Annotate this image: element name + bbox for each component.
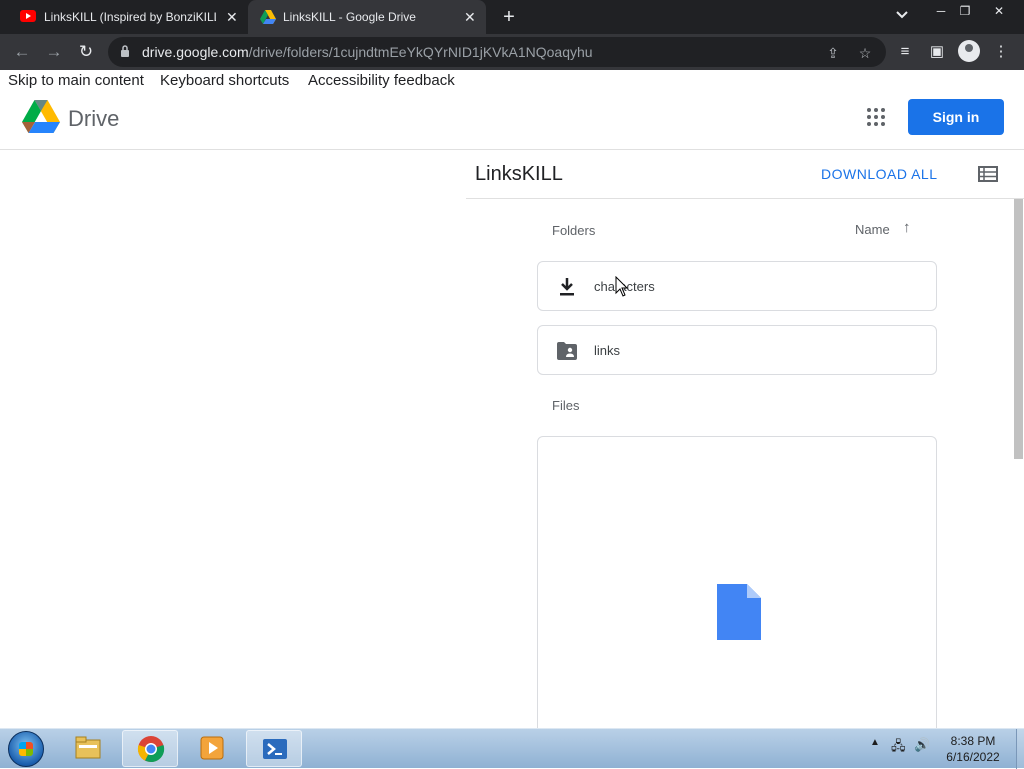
- folders-section-label: Folders: [552, 223, 596, 238]
- clock-date: 6/16/2022: [946, 750, 1000, 764]
- shared-folder-icon: [557, 342, 577, 360]
- google-drive-logo[interactable]: [22, 100, 60, 134]
- taskbar-app-powershell[interactable]: [246, 730, 302, 767]
- volume-icon[interactable]: 🔊: [914, 737, 930, 753]
- generic-file-icon: [717, 584, 761, 640]
- clock-time: 8:38 PM: [950, 734, 996, 748]
- download-all-button[interactable]: DOWNLOAD ALL: [821, 166, 937, 182]
- powershell-icon: [263, 739, 287, 759]
- folder-row-links[interactable]: links: [537, 325, 937, 375]
- keyboard-shortcuts-link[interactable]: Keyboard shortcuts: [160, 72, 289, 89]
- side-panel-icon[interactable]: ▣: [926, 41, 948, 63]
- files-section-label: Files: [552, 398, 580, 413]
- file-explorer-icon: [75, 736, 101, 759]
- google-drive-icon: [260, 10, 276, 24]
- menu-kebab-icon[interactable]: ⋮: [990, 41, 1012, 63]
- window-close-icon[interactable]: ✕: [986, 2, 1012, 20]
- youtube-icon: [20, 10, 36, 22]
- browser-toolbar: ← → ↻ drive.google.com/drive/folders/1cu…: [0, 34, 1024, 70]
- tab-google-drive[interactable]: LinksKILL - Google Drive ✕: [248, 0, 486, 34]
- folder-title: LinksKILL: [475, 163, 563, 185]
- taskbar-app-explorer[interactable]: [60, 730, 116, 767]
- google-apps-icon[interactable]: [866, 107, 886, 127]
- show-hidden-icons-icon[interactable]: ▲: [870, 737, 880, 748]
- forward-icon[interactable]: →: [43, 41, 65, 63]
- restore-icon[interactable]: ❐: [952, 2, 978, 20]
- close-tab-icon[interactable]: ✕: [226, 9, 238, 26]
- new-tab-icon[interactable]: +: [498, 6, 520, 28]
- sort-by-name[interactable]: Name: [855, 222, 890, 237]
- tab-strip: LinksKILL (Inspired by BonziKILL) ✕ Link…: [0, 0, 1024, 34]
- folder-row-characters[interactable]: characters: [537, 261, 937, 311]
- address-bar[interactable]: drive.google.com/drive/folders/1cujndtmE…: [108, 37, 886, 67]
- windows-taskbar: ▲ 🖧 🔊 8:38 PM 6/16/2022: [0, 728, 1024, 769]
- drive-header: Drive Sign in: [0, 90, 1024, 150]
- sort-ascending-icon[interactable]: ↑: [903, 219, 911, 236]
- show-desktop-button[interactable]: [1016, 729, 1024, 769]
- folder-content: Folders Name ↑ characters links Files: [466, 199, 1024, 728]
- share-icon[interactable]: ⇪: [824, 44, 842, 62]
- system-clock[interactable]: 8:38 PM 6/16/2022: [934, 733, 1012, 765]
- mouse-cursor-icon: [615, 276, 629, 297]
- tab-linkskill-youtube[interactable]: LinksKILL (Inspired by BonziKILL) ✕: [8, 0, 248, 34]
- tab-title: LinksKILL (Inspired by BonziKILL): [44, 10, 216, 24]
- network-icon[interactable]: 🖧: [891, 737, 906, 759]
- reload-icon[interactable]: ↻: [75, 41, 97, 63]
- folder-header: LinksKILL DOWNLOAD ALL: [466, 150, 1024, 199]
- url-text: drive.google.com/drive/folders/1cujndtmE…: [142, 44, 593, 60]
- start-button[interactable]: [8, 731, 44, 767]
- skip-links-bar: Skip to main content Keyboard shortcuts …: [0, 70, 1024, 90]
- minimize-icon[interactable]: ─: [928, 2, 954, 20]
- tab-search-icon[interactable]: [896, 8, 908, 22]
- tab-title: LinksKILL - Google Drive: [283, 10, 416, 24]
- media-control-icon[interactable]: ≡: [894, 41, 916, 63]
- profile-avatar[interactable]: [958, 40, 980, 62]
- skip-to-main-content-link[interactable]: Skip to main content: [8, 72, 144, 89]
- url-domain: drive.google.com: [142, 44, 249, 60]
- drive-logo-text: Drive: [68, 106, 120, 131]
- close-tab-icon[interactable]: ✕: [464, 9, 476, 26]
- chrome-icon: [137, 736, 165, 763]
- accessibility-feedback-link[interactable]: Accessibility feedback: [308, 72, 455, 89]
- url-path: /drive/folders/1cujndtmEeYkQYrNID1jKVkA1…: [248, 44, 593, 60]
- back-icon[interactable]: ←: [11, 41, 33, 63]
- list-view-icon[interactable]: [978, 166, 998, 182]
- taskbar-app-chrome[interactable]: [122, 730, 178, 767]
- file-card[interactable]: [537, 436, 937, 728]
- sign-in-button[interactable]: Sign in: [908, 99, 1004, 135]
- lock-icon: [121, 45, 129, 57]
- bookmark-star-icon[interactable]: ☆: [856, 44, 874, 62]
- folder-name: links: [594, 343, 621, 358]
- taskbar-app-media[interactable]: [184, 730, 240, 767]
- download-icon[interactable]: [556, 277, 578, 297]
- media-player-icon: [200, 736, 224, 760]
- page-scrollbar[interactable]: [1014, 199, 1023, 459]
